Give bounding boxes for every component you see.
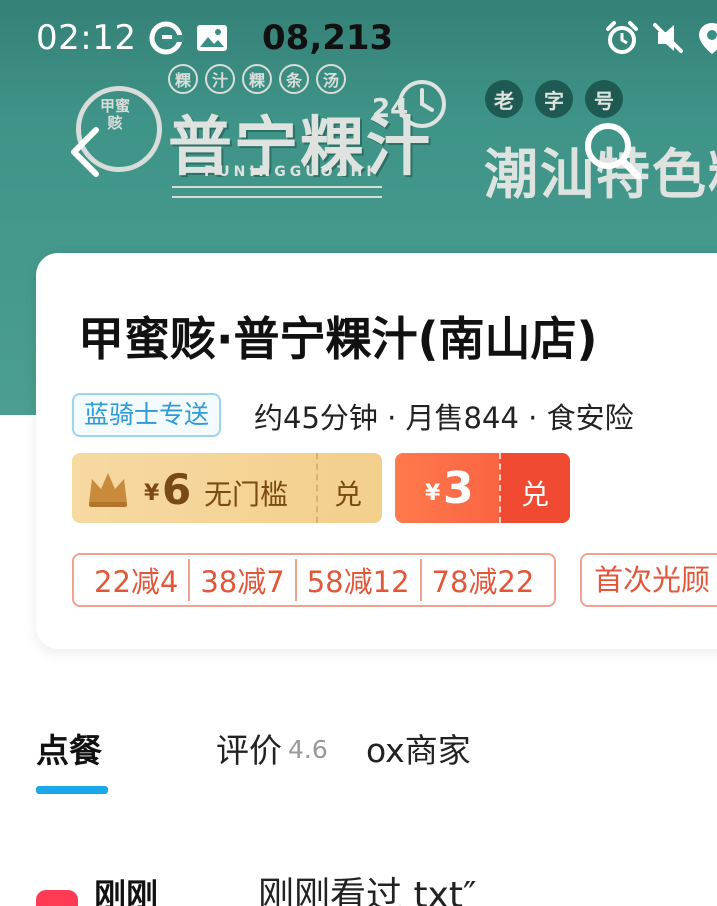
brand-pinyin: PUNINGGUOZHI — [204, 164, 376, 180]
discount-tier: 22减4 — [94, 565, 179, 599]
banner-chip: 老 — [485, 80, 523, 118]
member-coupon[interactable]: ¥ 6 无门槛 兑 — [72, 453, 382, 523]
banner-chip: 字 — [535, 80, 573, 118]
crown-icon — [89, 473, 127, 507]
discount-tier: 78减22 — [419, 559, 545, 601]
tab-merchant[interactable]: ox商家 — [366, 724, 471, 772]
app-notification-icon — [149, 21, 184, 55]
status-time: 02:12 — [36, 18, 137, 58]
back-icon[interactable] — [62, 122, 110, 182]
recent-category-icon — [36, 890, 78, 906]
status-steps: 08,213 — [262, 18, 394, 58]
clock-icon — [398, 80, 446, 128]
tab-review[interactable]: 评价 4.6 — [216, 724, 328, 772]
mute-icon — [653, 23, 683, 53]
sidebar-item-recent[interactable]: 刚刚 — [94, 870, 158, 906]
review-score: 4.6 — [288, 735, 328, 764]
coupon-amount: 3 — [443, 463, 474, 514]
discount-tier: 58减12 — [294, 559, 420, 601]
discount-tiers[interactable]: 22减4 38减7 58减12 78减22 — [72, 553, 557, 607]
search-icon[interactable] — [580, 118, 646, 184]
discount-tier: 38减7 — [188, 559, 294, 601]
tab-review-label: 评价 — [216, 731, 282, 770]
store-meta: 约45分钟 · 月售844 · 食安险 — [254, 401, 634, 435]
delivery-badge: 蓝骑士专送 — [72, 393, 222, 437]
location-icon — [699, 23, 717, 54]
store-page: 粿 汁 粿 条 汤 甲蜜赅 普宁粿汁 PUNINGGUOZHI 24 老 字 号… — [0, 0, 717, 906]
store-name: 甲蜜赅·普宁粿汁(南山店) — [78, 312, 598, 366]
coupon-description: 无门槛 — [204, 478, 289, 511]
image-icon — [197, 25, 227, 51]
coupon-currency: ¥ — [144, 481, 160, 506]
brand-underline — [172, 186, 382, 198]
redeem-button[interactable]: 兑 — [334, 473, 362, 513]
tab-order[interactable]: 点餐 — [36, 724, 102, 772]
banner-chip: 号 — [585, 80, 623, 118]
banner-heritage-chips: 老 字 号 — [485, 80, 623, 118]
section-title: 刚刚看过 txt″ — [258, 875, 477, 906]
coupon-amount: 6 — [162, 465, 192, 514]
status-bar: 02:12 08,213 — [0, 0, 717, 78]
active-tab-indicator — [36, 786, 108, 794]
redeem-button[interactable]: 兑 — [521, 473, 549, 513]
coupon-currency: ¥ — [425, 481, 441, 506]
first-visit-offer[interactable]: 首次光顾 — [580, 553, 717, 607]
red-coupon[interactable]: ¥ 3 兑 — [395, 453, 570, 523]
alarm-icon — [606, 21, 638, 54]
store-info-card: 甲蜜赅·普宁粿汁(南山店) 蓝骑士专送 约45分钟 · 月售844 · 食安险 … — [36, 253, 717, 649]
